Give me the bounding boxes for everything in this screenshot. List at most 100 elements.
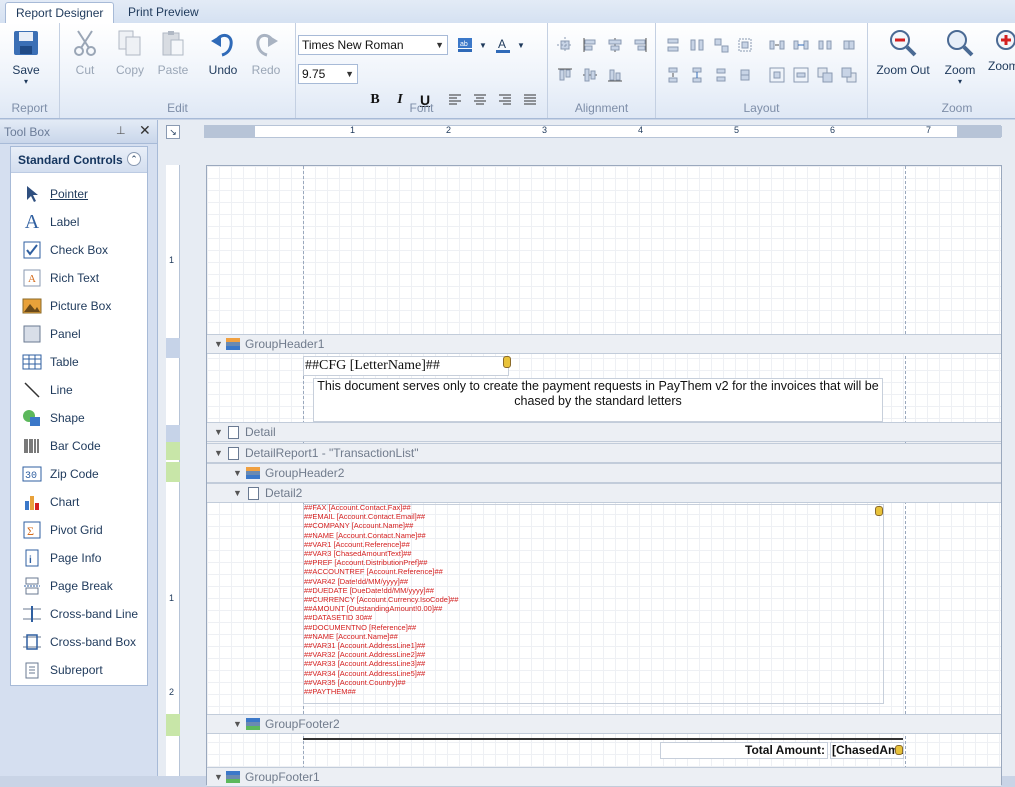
increase-v-spacing-icon[interactable] — [688, 66, 706, 84]
decrease-h-spacing-icon[interactable] — [816, 36, 834, 54]
center-horizontally-icon[interactable] — [768, 66, 786, 84]
toolbox-item-cross-band-line[interactable]: Cross-band Line — [21, 601, 147, 627]
tab-report-designer[interactable]: Report Designer — [5, 2, 115, 24]
description-label[interactable]: This document serves only to create the … — [313, 378, 883, 422]
vertical-spacing-icon[interactable] — [664, 66, 682, 84]
toolbox-item-bar-code[interactable]: Bar Code — [21, 433, 147, 459]
toolbox-item-page-break[interactable]: Page Break — [21, 573, 147, 599]
tab-print-preview[interactable]: Print Preview — [118, 2, 209, 24]
toolbox-item-panel[interactable]: Panel — [21, 321, 147, 347]
band-group-header2[interactable]: ▼ GroupHeader2 — [207, 463, 1001, 483]
toolbox-item-page-info[interactable]: i Page Info — [21, 545, 147, 571]
align-tops-icon[interactable] — [556, 66, 574, 84]
collapse-triangle-icon[interactable]: ▼ — [233, 464, 242, 482]
send-to-back-icon[interactable] — [840, 66, 858, 84]
redo-button[interactable]: Redo — [248, 27, 284, 77]
pin-icon[interactable]: ⊥ — [116, 124, 126, 137]
subreport-icon — [228, 447, 239, 460]
ruler-corner-icon[interactable]: ↘ — [166, 125, 180, 139]
align-middles-icon[interactable] — [581, 66, 599, 84]
toolbox-item-chart[interactable]: Chart — [21, 489, 147, 515]
back-color-icon[interactable]: ab — [456, 36, 474, 54]
field-line: ##CURRENCY [Account.Currency.IsoCode]## — [304, 595, 459, 605]
collapse-icon[interactable]: ⌃ — [127, 152, 141, 166]
same-width-icon[interactable] — [664, 36, 682, 54]
detail-band-icon — [248, 487, 259, 500]
zoom-button[interactable]: Zoom ▾ — [940, 27, 980, 86]
zoom-in-button[interactable]: Zoom In — [988, 27, 1015, 73]
table-icon — [21, 352, 43, 372]
same-size-icon[interactable] — [712, 36, 730, 54]
chevron-down-icon[interactable]: ▼ — [474, 36, 492, 54]
remove-v-spacing-icon[interactable] — [736, 66, 754, 84]
toolbox-item-table[interactable]: Table — [21, 349, 147, 375]
group-footer-icon — [246, 718, 260, 730]
font-size-select[interactable]: 9.75 ▼ — [298, 64, 358, 84]
smart-tag-icon[interactable] — [503, 356, 511, 368]
collapse-triangle-icon[interactable]: ▼ — [214, 423, 223, 441]
band-group-footer1[interactable]: ▼ GroupFooter1 — [207, 767, 1001, 787]
toolbox-item-shape[interactable]: Shape — [21, 405, 147, 431]
collapse-triangle-icon[interactable]: ▼ — [214, 335, 223, 353]
chevron-down-icon[interactable]: ▼ — [512, 36, 530, 54]
svg-text:i: i — [29, 555, 32, 566]
align-centers-icon[interactable] — [606, 36, 624, 54]
increase-h-spacing-icon[interactable] — [792, 36, 810, 54]
report-design-surface[interactable]: ↘ 1 2 3 4 5 6 7 1 1 2 ▼ GroupHeader1 ##C… — [158, 120, 1015, 787]
zoom-out-button[interactable]: Zoom Out — [876, 27, 930, 77]
field-line: ##EMAIL [Account.Contact.Email]## — [304, 512, 426, 522]
toolbox-item-label[interactable]: A Label — [21, 209, 147, 235]
svg-text:A: A — [498, 37, 506, 51]
report-page[interactable]: ▼ GroupHeader1 ##CFG [LetterName]## This… — [206, 165, 1002, 787]
collapse-triangle-icon[interactable]: ▼ — [233, 715, 242, 733]
center-vertically-icon[interactable] — [792, 66, 810, 84]
band-group-footer2[interactable]: ▼ GroupFooter2 — [207, 714, 1001, 734]
toolbox-category-standard-controls[interactable]: Standard Controls ⌃ — [11, 147, 147, 173]
toolbox-item-picture-box[interactable]: Picture Box — [21, 293, 147, 319]
total-amount-value[interactable]: [ChasedAmo — [830, 742, 904, 759]
toolbox-item-pointer[interactable]: Pointer — [21, 181, 147, 207]
band-detail[interactable]: ▼ Detail — [207, 422, 1001, 442]
toolbox-item-cross-band-box[interactable]: Cross-band Box — [21, 629, 147, 655]
decrease-v-spacing-icon[interactable] — [712, 66, 730, 84]
smart-tag-icon[interactable] — [895, 745, 903, 755]
double-line[interactable] — [303, 738, 903, 740]
align-rights-icon[interactable] — [631, 36, 649, 54]
align-lefts-icon[interactable] — [581, 36, 599, 54]
undo-button[interactable]: Undo — [205, 27, 241, 77]
toolbox-item-zip-code[interactable]: 30 Zip Code — [21, 461, 147, 487]
toolbox-item-subreport[interactable]: Subreport — [21, 657, 147, 683]
close-icon[interactable]: ✕ — [139, 122, 151, 139]
paste-button[interactable]: Paste — [155, 27, 191, 77]
copy-button[interactable]: Copy — [112, 27, 148, 77]
bring-to-front-icon[interactable] — [816, 66, 834, 84]
save-button[interactable]: Save ▾ — [8, 27, 44, 86]
remove-h-spacing-icon[interactable] — [840, 36, 858, 54]
cut-button[interactable]: Cut — [68, 27, 102, 77]
group-label-alignment: Alignment — [574, 101, 629, 115]
band-detail-report1[interactable]: ▼ DetailReport1 - "TransactionList" — [207, 443, 1001, 463]
smart-tag-icon[interactable] — [875, 506, 883, 516]
collapse-triangle-icon[interactable]: ▼ — [214, 768, 223, 786]
toolbox-item-check-box[interactable]: Check Box — [21, 237, 147, 263]
same-height-icon[interactable] — [688, 36, 706, 54]
collapse-triangle-icon[interactable]: ▼ — [214, 444, 223, 462]
band-group-header1[interactable]: ▼ GroupHeader1 — [207, 334, 1001, 354]
toolbox-item-line[interactable]: Line — [21, 377, 147, 403]
align-to-grid-icon[interactable] — [556, 36, 574, 54]
toolbox-item-rich-text[interactable]: A Rich Text — [21, 265, 147, 291]
zoom-out-icon — [887, 27, 919, 59]
letter-name-label[interactable]: ##CFG [LetterName]## — [303, 356, 509, 376]
align-bottoms-icon[interactable] — [606, 66, 624, 84]
toolbox-item-pivot-grid[interactable]: Σ Pivot Grid — [21, 517, 147, 543]
size-to-grid-icon[interactable] — [736, 36, 754, 54]
fore-color-icon[interactable]: A — [494, 36, 512, 54]
band-detail2[interactable]: ▼ Detail2 — [207, 483, 1001, 503]
font-family-select[interactable]: Times New Roman ▼ — [298, 35, 448, 55]
save-icon — [10, 27, 42, 59]
total-amount-label[interactable]: Total Amount: — [660, 742, 828, 759]
page-break-icon — [21, 576, 43, 596]
shape-icon — [21, 408, 43, 428]
collapse-triangle-icon[interactable]: ▼ — [233, 484, 242, 502]
horizontal-spacing-icon[interactable] — [768, 36, 786, 54]
